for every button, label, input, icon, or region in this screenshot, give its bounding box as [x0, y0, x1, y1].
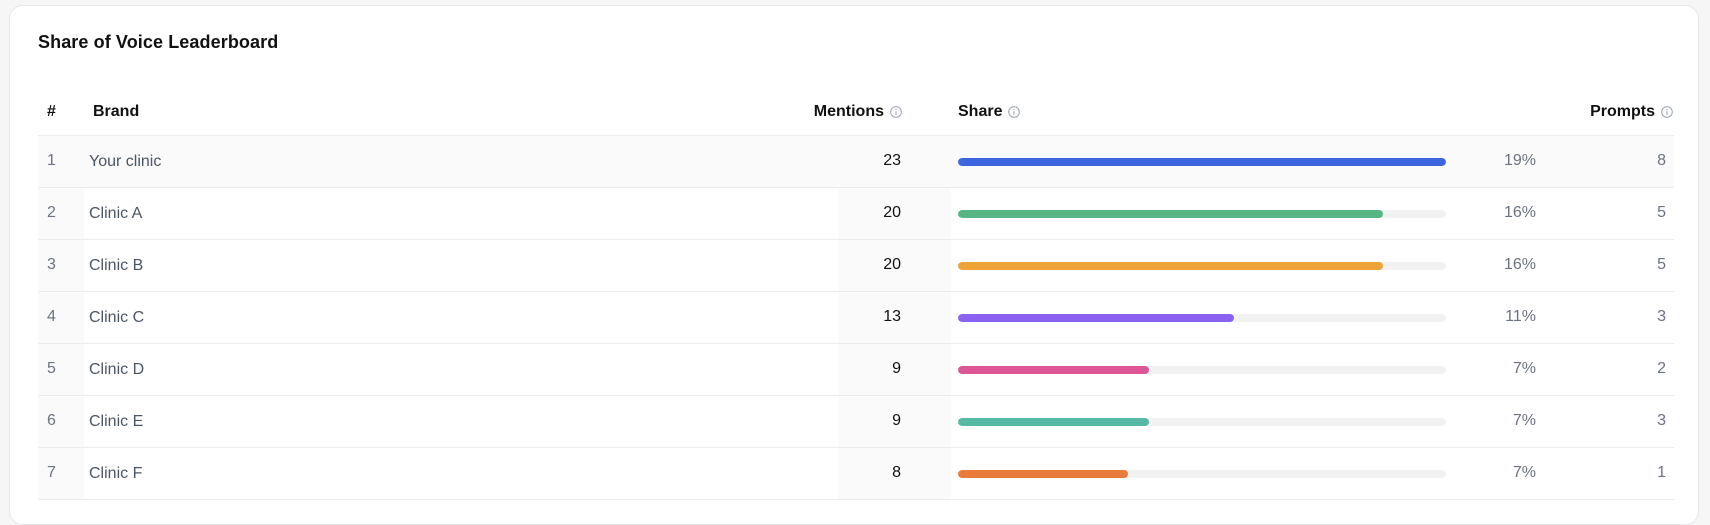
rank-cell-bg [38, 292, 84, 343]
share-percent: 7% [1512, 360, 1536, 377]
share-bar-fill [958, 210, 1383, 218]
table-row[interactable]: 7 Clinic F 8 7% 1 [38, 448, 1674, 500]
rank-cell-bg [38, 396, 84, 447]
column-header-share-label: Share [958, 103, 1003, 120]
column-header-brand-label: Brand [93, 103, 140, 120]
prompts-value: 3 [1657, 308, 1666, 325]
table-row[interactable]: 6 Clinic E 9 7% 3 [38, 396, 1674, 448]
column-header-brand[interactable]: Brand [93, 103, 139, 121]
brand-name: Clinic D [89, 361, 145, 378]
column-header-prompts[interactable]: Prompts [1590, 103, 1673, 121]
share-of-voice-card: Share of Voice Leaderboard # Brand Menti… [9, 5, 1699, 525]
rank-cell-bg [38, 448, 84, 499]
prompts-value: 2 [1657, 360, 1666, 377]
mentions-value: 9 [892, 412, 901, 429]
rank-value: 6 [47, 412, 56, 429]
mentions-value: 23 [883, 152, 901, 169]
rank-cell-bg [38, 344, 84, 395]
share-bar-fill [958, 418, 1149, 426]
column-header-prompts-label: Prompts [1590, 103, 1655, 120]
card-title: Share of Voice Leaderboard [38, 32, 279, 52]
rank-value: 7 [47, 464, 56, 481]
column-header-share[interactable]: Share [958, 103, 1021, 121]
table-row[interactable]: 3 Clinic B 20 16% 5 [38, 240, 1674, 292]
share-bar-track [958, 418, 1446, 426]
column-header-rank: # [47, 103, 56, 121]
share-percent: 19% [1503, 152, 1536, 169]
mentions-info-icon[interactable] [890, 106, 902, 118]
brand-name: Clinic C [89, 309, 145, 326]
mentions-value: 8 [892, 464, 901, 481]
share-bar-track [958, 314, 1446, 322]
share-bar-fill [958, 262, 1383, 270]
table-header: # Brand Mentions Share Prompts [38, 92, 1674, 136]
brand-name: Clinic E [89, 413, 144, 430]
share-percent: 11% [1505, 308, 1536, 325]
share-bar-track [958, 158, 1446, 166]
brand-name: Clinic B [89, 257, 144, 274]
share-bar-fill [958, 314, 1234, 322]
share-percent: 16% [1503, 256, 1536, 273]
brand-name: Clinic A [89, 205, 143, 222]
mentions-value: 9 [892, 360, 901, 377]
column-header-mentions[interactable]: Mentions [814, 103, 902, 121]
rank-value: 2 [47, 204, 56, 221]
prompts-value: 1 [1657, 464, 1666, 481]
share-info-icon[interactable] [1008, 106, 1021, 118]
rank-value: 1 [47, 152, 56, 169]
leaderboard-table: # Brand Mentions Share Prompts 1 Your cl… [38, 92, 1674, 500]
table-row[interactable]: 2 Clinic A 20 16% 5 [38, 188, 1674, 240]
table-row[interactable]: 1 Your clinic 23 19% 8 [38, 136, 1674, 188]
table-row[interactable]: 4 Clinic C 13 11% 3 [38, 292, 1674, 344]
brand-name: Clinic F [89, 465, 143, 482]
column-header-mentions-label: Mentions [813, 103, 884, 120]
share-bar-fill [958, 470, 1128, 478]
share-bar-track [958, 262, 1446, 270]
brand-name: Your clinic [89, 153, 162, 170]
share-percent: 7% [1512, 412, 1536, 429]
share-bar-track [958, 366, 1446, 374]
table-body: 1 Your clinic 23 19% 8 2 Clinic A 20 16%… [38, 136, 1674, 500]
share-bar-track [958, 470, 1446, 478]
rank-value: 4 [47, 308, 56, 325]
prompts-value: 5 [1657, 204, 1666, 221]
share-bar-fill [958, 366, 1149, 374]
mentions-value: 13 [883, 308, 901, 325]
mentions-value: 20 [883, 204, 901, 221]
mentions-value: 20 [883, 256, 901, 273]
prompts-value: 5 [1657, 256, 1666, 273]
column-header-rank-label: # [47, 103, 56, 120]
prompts-value: 8 [1657, 152, 1666, 169]
share-percent: 16% [1503, 204, 1536, 221]
prompts-info-icon[interactable] [1661, 106, 1673, 118]
table-row[interactable]: 5 Clinic D 9 7% 2 [38, 344, 1674, 396]
rank-value: 3 [47, 256, 56, 273]
rank-cell-bg [38, 240, 84, 291]
share-bar-fill [958, 158, 1446, 166]
prompts-value: 3 [1657, 412, 1666, 429]
rank-cell-bg [38, 188, 84, 239]
share-bar-track [958, 210, 1446, 218]
rank-cell-bg [38, 136, 84, 187]
rank-value: 5 [47, 360, 56, 377]
share-percent: 7% [1512, 464, 1536, 481]
